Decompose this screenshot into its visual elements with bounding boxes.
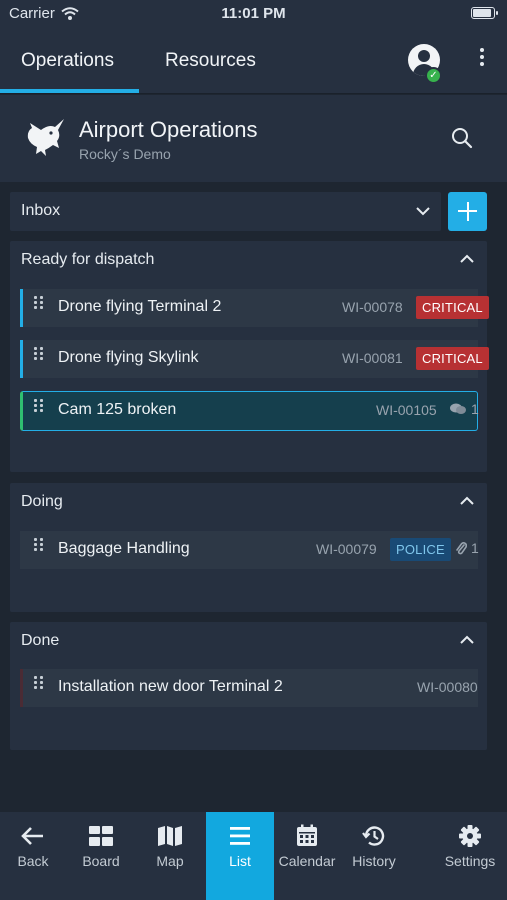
active-tab-indicator	[0, 89, 139, 93]
item-title: Baggage Handling	[58, 540, 190, 557]
drag-handle-icon[interactable]	[34, 676, 44, 690]
section-title: Doing	[21, 493, 63, 510]
section-title: Ready for dispatch	[21, 251, 155, 268]
section-title: Done	[21, 632, 60, 649]
tab-resources[interactable]: Resources	[165, 50, 256, 72]
list-item[interactable]: Installation new door Terminal 2 WI-0008…	[20, 669, 478, 707]
comments-icon	[450, 403, 466, 414]
drag-handle-icon[interactable]	[34, 399, 44, 413]
status-badge: POLICE	[390, 538, 451, 561]
section-doing: Doing Baggage Handling WI-00079 POLICE 1	[10, 483, 487, 612]
nav-board[interactable]: Board	[66, 812, 136, 900]
chevron-up-icon[interactable]	[459, 251, 475, 267]
status-badge: CRITICAL	[416, 347, 489, 370]
nav-list[interactable]: List	[206, 812, 274, 900]
nav-settings[interactable]: Settings	[434, 812, 506, 900]
status-bar: Carrier 11:01 PM	[0, 0, 507, 26]
calendar-icon	[297, 824, 317, 846]
gear-icon	[459, 825, 481, 847]
history-icon	[362, 826, 385, 846]
battery-icon	[471, 7, 498, 19]
item-title: Cam 125 broken	[58, 401, 177, 418]
inbox-selector[interactable]: Inbox	[10, 192, 441, 231]
board-icon	[89, 826, 113, 846]
org-title: Airport Operations	[79, 117, 258, 142]
inbox-label: Inbox	[21, 202, 61, 219]
chevron-up-icon[interactable]	[459, 632, 475, 648]
paperclip-icon	[456, 541, 467, 554]
attachment-count: 1	[455, 540, 479, 556]
item-id: WI-00080	[417, 679, 478, 695]
item-id: WI-00081	[342, 350, 403, 366]
tab-operations[interactable]: Operations	[21, 50, 114, 72]
nav-label: Calendar	[278, 853, 336, 869]
org-subtitle: Rocky´s Demo	[79, 146, 171, 162]
drag-handle-icon[interactable]	[34, 347, 44, 361]
search-icon[interactable]	[450, 126, 474, 150]
online-status-icon: ✓	[425, 67, 442, 84]
item-title: Drone flying Terminal 2	[58, 298, 222, 315]
more-options-icon[interactable]	[474, 46, 490, 72]
list-item[interactable]: Baggage Handling WI-00079 POLICE 1	[20, 531, 479, 569]
nav-back[interactable]: Back	[0, 812, 66, 900]
section-done: Done Installation new door Terminal 2 WI…	[10, 622, 487, 750]
drag-handle-icon[interactable]	[34, 538, 44, 552]
attachment-count-value: 1	[471, 540, 479, 556]
unicorn-logo-icon	[27, 119, 64, 156]
nav-label: Board	[82, 853, 120, 869]
nav-label: Settings	[444, 853, 496, 869]
item-title: Drone flying Skylink	[58, 349, 199, 366]
item-title: Installation new door Terminal 2	[58, 678, 283, 695]
nav-map[interactable]: Map	[136, 812, 204, 900]
list-icon	[230, 827, 250, 845]
nav-label: List	[229, 853, 251, 869]
comment-count-value: 1	[471, 401, 479, 417]
org-header: Airport Operations Rocky´s Demo	[0, 95, 507, 182]
list-item[interactable]: Drone flying Terminal 2 WI-00078 CRITICA…	[20, 289, 489, 327]
comment-count: 1	[449, 401, 479, 417]
add-button[interactable]	[448, 192, 487, 231]
clock: 11:01 PM	[221, 5, 286, 22]
nav-label: Back	[17, 853, 49, 869]
map-icon	[158, 826, 182, 846]
nav-label: Map	[156, 853, 184, 869]
arrow-left-icon	[21, 827, 43, 845]
chevron-up-icon[interactable]	[459, 493, 475, 509]
chevron-down-icon	[416, 207, 430, 216]
bottom-nav: Back Board Map List Calendar History Set…	[0, 812, 507, 900]
item-id: WI-00105	[376, 402, 437, 418]
item-id: WI-00078	[342, 299, 403, 315]
nav-calendar[interactable]: Calendar	[274, 812, 340, 900]
list-item-selected[interactable]: Cam 125 broken WI-00105 1	[20, 391, 479, 431]
top-nav: Operations Resources ✓	[0, 26, 507, 94]
item-id: WI-00079	[316, 541, 377, 557]
nav-history[interactable]: History	[340, 812, 408, 900]
status-badge: CRITICAL	[416, 296, 489, 319]
list-item[interactable]: Drone flying Skylink WI-00081 CRITICAL	[20, 340, 489, 378]
drag-handle-icon[interactable]	[34, 296, 44, 310]
section-ready-for-dispatch: Ready for dispatch Drone flying Terminal…	[10, 241, 489, 472]
nav-label: History	[352, 853, 396, 869]
